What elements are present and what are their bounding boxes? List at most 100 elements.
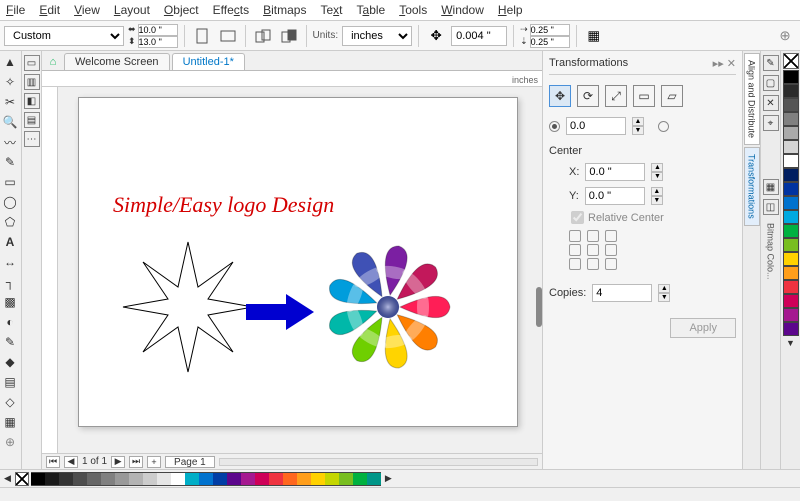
copies-down[interactable]: ▼ (658, 293, 670, 302)
swatch[interactable] (31, 472, 45, 486)
home-icon[interactable]: ⌂ (44, 54, 62, 70)
arrow-shape[interactable] (246, 292, 316, 332)
hpal-right-icon[interactable]: ▶ (385, 473, 392, 484)
canvas[interactable]: Simple/Easy logo Design (58, 87, 542, 453)
cy-down[interactable]: ▼ (651, 196, 663, 205)
all-pages-button[interactable] (252, 25, 274, 47)
options-plus-button[interactable]: ⊕ (774, 25, 796, 47)
rotate-transform-button[interactable]: ⟳ (577, 85, 599, 107)
swatch[interactable] (783, 252, 799, 266)
treat-as-filled-button[interactable]: ▦ (583, 25, 605, 47)
dock-btn-5[interactable]: ⋯ (24, 131, 40, 147)
center-x-input[interactable] (585, 163, 645, 181)
ellipse-tool[interactable]: ◯ (1, 193, 19, 211)
shape-tool[interactable]: ✧ (1, 73, 19, 91)
swatch[interactable] (783, 84, 799, 98)
add-page-button[interactable]: + (147, 456, 161, 468)
angle-input[interactable] (566, 117, 626, 135)
nudge-input[interactable] (451, 26, 507, 46)
smart-fill-tool[interactable]: ▤ (1, 373, 19, 391)
units-combo[interactable]: inches (342, 26, 412, 46)
swatch[interactable] (129, 472, 143, 486)
angle-down[interactable]: ▼ (632, 126, 644, 135)
freehand-tool[interactable]: 〰 (1, 133, 19, 151)
ruler-horizontal[interactable]: inches (42, 71, 542, 87)
parallel-dim-tool[interactable]: ↔ (1, 253, 19, 271)
swatch[interactable] (783, 266, 799, 280)
swatch[interactable] (45, 472, 59, 486)
customize-icon[interactable]: ⊕ (1, 433, 19, 451)
swatch[interactable] (73, 472, 87, 486)
menu-tools[interactable]: Tools (399, 3, 427, 17)
copies-up[interactable]: ▲ (658, 284, 670, 293)
current-page-button[interactable] (278, 25, 300, 47)
tab-welcome[interactable]: Welcome Screen (64, 53, 170, 70)
vertical-scrollbar[interactable] (536, 287, 542, 327)
swatch[interactable] (269, 472, 283, 486)
menu-table[interactable]: Table (357, 3, 386, 17)
fill-tool[interactable]: ◆ (1, 353, 19, 371)
copies-input[interactable] (592, 284, 652, 302)
rdock-eyedrop-icon[interactable]: ✎ (763, 55, 779, 71)
scale-transform-button[interactable]: ⤢ (605, 85, 627, 107)
horizontal-scrollbar[interactable] (219, 458, 538, 466)
cy-up[interactable]: ▲ (651, 187, 663, 196)
swatch[interactable] (783, 168, 799, 182)
last-page-button[interactable]: ⏭ (129, 456, 143, 468)
swatch[interactable] (171, 472, 185, 486)
menu-object[interactable]: Object (164, 3, 199, 17)
swatch[interactable] (783, 210, 799, 224)
panel-close-icon[interactable]: ▸▸ ✕ (713, 57, 736, 70)
swirl-logo[interactable] (313, 232, 463, 382)
anchor-grid[interactable] (569, 230, 736, 270)
swatch[interactable] (783, 154, 799, 168)
page-preset-combo[interactable]: Custom (4, 26, 124, 46)
swatch[interactable] (783, 308, 799, 322)
menu-file[interactable]: File (6, 3, 25, 17)
size-transform-button[interactable]: ▭ (633, 85, 655, 107)
swatch[interactable] (255, 472, 269, 486)
menu-layout[interactable]: Layout (114, 3, 150, 17)
dock-btn-3[interactable]: ◧ (24, 93, 40, 109)
rdock-colors-icon[interactable]: ▦ (763, 179, 779, 195)
pick-tool[interactable]: ▲ (1, 53, 19, 71)
swatch[interactable] (339, 472, 353, 486)
swatch[interactable] (311, 472, 325, 486)
star-shape[interactable] (118, 237, 258, 377)
dock-btn-2[interactable]: ▥ (24, 74, 40, 90)
menu-help[interactable]: Help (498, 3, 523, 17)
menu-bitmaps[interactable]: Bitmaps (263, 3, 306, 17)
swatch[interactable] (101, 472, 115, 486)
dropshadow-tool[interactable]: ▩ (1, 293, 19, 311)
dup-x-input[interactable] (530, 24, 570, 36)
swatch[interactable] (783, 140, 799, 154)
headline-text[interactable]: Simple/Easy logo Design (113, 192, 334, 218)
hpal-left-icon[interactable]: ◀ (4, 473, 11, 484)
text-tool[interactable]: A (1, 233, 19, 251)
swatch[interactable] (783, 126, 799, 140)
angle-up[interactable]: ▲ (632, 117, 644, 126)
swatch[interactable] (199, 472, 213, 486)
portrait-button[interactable] (191, 25, 213, 47)
swatch[interactable] (783, 322, 799, 336)
landscape-button[interactable] (217, 25, 239, 47)
dup-y-input[interactable] (530, 36, 570, 48)
swatch[interactable] (783, 70, 799, 84)
swatch[interactable] (59, 472, 73, 486)
swatch[interactable] (213, 472, 227, 486)
swatch[interactable] (783, 238, 799, 252)
ruler-vertical[interactable] (42, 87, 58, 453)
angle-radio-2[interactable] (658, 121, 669, 132)
dock-btn-4[interactable]: ▤ (24, 112, 40, 128)
swatch[interactable] (783, 112, 799, 126)
swatch[interactable] (783, 182, 799, 196)
crop-tool[interactable]: ✂ (1, 93, 19, 111)
swatch[interactable] (227, 472, 241, 486)
swatch[interactable] (241, 472, 255, 486)
relative-center-checkbox[interactable]: Relative Center (571, 211, 736, 224)
angle-radio[interactable] (549, 121, 560, 132)
rdock-bitmap-label[interactable]: Bitmap Colo... (766, 219, 776, 284)
tab-document[interactable]: Untitled-1* (172, 53, 245, 70)
edit-fill-tool[interactable]: ▦ (1, 413, 19, 431)
swatch[interactable] (87, 472, 101, 486)
